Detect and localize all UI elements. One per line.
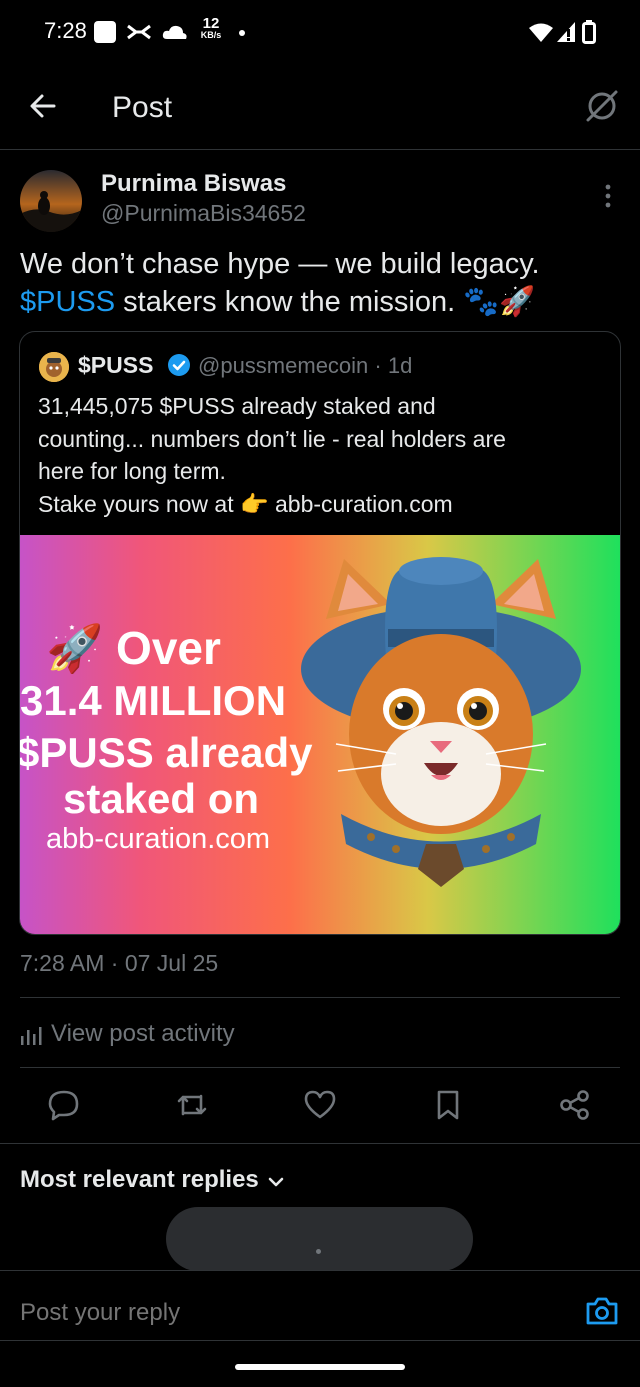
divider xyxy=(0,1270,640,1271)
dot-icon xyxy=(239,30,245,36)
battery-icon xyxy=(582,20,596,44)
heart-icon[interactable] xyxy=(303,1088,337,1122)
view-post-activity-label: View post activity xyxy=(51,1020,235,1047)
post-text: We don’t chase hype — we build legacy. $… xyxy=(20,245,620,321)
bookmark-icon[interactable] xyxy=(431,1088,465,1122)
post-text-line1: We don’t chase hype — we build legacy. xyxy=(20,248,540,280)
cat-avatar-icon xyxy=(39,352,69,382)
post-timestamp: 7:28 AM · 07 Jul 25 xyxy=(20,950,219,976)
image-text-line1: 🚀 Over xyxy=(46,622,221,674)
divider xyxy=(0,1143,640,1144)
post-text-line2: $PUSS stakers know the mission. 🐾🚀 xyxy=(20,283,620,321)
status-bar: 7:28 12 KB/s xyxy=(0,0,640,64)
quote-avatar xyxy=(39,352,69,382)
grok-icon[interactable] xyxy=(584,88,620,124)
replies-sort-label: Most relevant replies xyxy=(20,1166,259,1193)
loading-indicator xyxy=(166,1207,473,1271)
camera-icon[interactable] xyxy=(584,1294,620,1328)
cat-illustration-icon xyxy=(301,557,581,887)
wifi-icon xyxy=(529,23,553,42)
image-text-line5: abb-curation.com xyxy=(46,823,271,855)
divider xyxy=(20,997,620,998)
signal-icon xyxy=(557,22,575,42)
quote-author-handle: @pussmemecoin · 1d xyxy=(198,353,413,378)
status-time: 7:28 xyxy=(44,18,87,43)
image-text-line3: $PUSS already xyxy=(20,729,313,776)
divider xyxy=(0,1340,640,1341)
reply-icon[interactable] xyxy=(47,1088,81,1122)
author-handle[interactable]: @PurnimaBis34652 xyxy=(101,200,306,227)
square-icon xyxy=(94,21,116,43)
page-title: Post xyxy=(112,91,173,124)
author-name[interactable]: Purnima Biswas xyxy=(101,170,286,198)
quote-image[interactable]: 🚀 Over 31.4 MILLION $PUSS already staked… xyxy=(20,535,620,934)
link-icon xyxy=(127,24,151,40)
replies-sort-dropdown[interactable]: Most relevant replies xyxy=(20,1166,300,1198)
image-text-line4: staked on xyxy=(63,775,260,822)
reply-input[interactable] xyxy=(20,1298,560,1328)
more-options-icon[interactable] xyxy=(596,182,620,210)
chevron-down-icon xyxy=(268,1177,284,1187)
quote-text: 31,445,075 $PUSS already staked and coun… xyxy=(38,393,506,517)
net-speed-value: 12 xyxy=(202,15,220,32)
repost-icon[interactable] xyxy=(175,1088,209,1122)
quoted-post[interactable]: $PUSS @pussmemecoin · 1d 31,445,075 $PUS… xyxy=(19,331,621,935)
net-speed: 12 KB/s xyxy=(196,16,226,40)
app-header: Post xyxy=(0,64,640,150)
verified-badge-icon xyxy=(168,354,190,376)
share-icon[interactable] xyxy=(558,1088,592,1122)
divider xyxy=(20,1067,620,1068)
image-text-line2: 31.4 MILLION xyxy=(20,677,287,724)
net-speed-unit: KB/s xyxy=(200,30,222,40)
quote-author-name: $PUSS xyxy=(78,352,154,378)
analytics-icon xyxy=(21,1027,42,1045)
avatar-photo xyxy=(20,170,82,232)
author-avatar[interactable] xyxy=(20,170,82,232)
post-text-line2-rest: stakers know the mission. 🐾🚀 xyxy=(115,286,536,318)
loading-dot xyxy=(316,1249,321,1254)
home-indicator[interactable] xyxy=(235,1364,405,1370)
cashtag-link[interactable]: $PUSS xyxy=(20,286,115,318)
back-button[interactable] xyxy=(28,90,60,122)
cloud-icon xyxy=(162,25,187,39)
view-post-activity-button[interactable]: View post activity xyxy=(20,1018,320,1052)
